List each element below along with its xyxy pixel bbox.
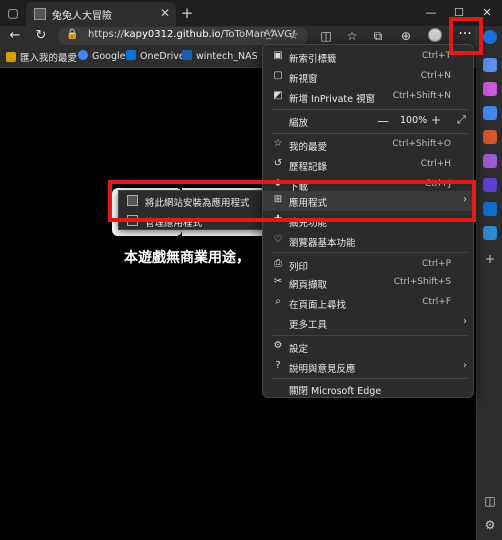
back-button[interactable]: ← [4,26,26,46]
sidebar-layout-icon[interactable]: ◫ [482,494,498,508]
menu-divider [271,252,467,253]
favorite-item[interactable]: 匯入我的最愛 [6,50,77,64]
favorites-icon: ☆ [273,138,283,149]
menu-find-on-page[interactable]: ⌕ 在頁面上尋找 Ctrl+F [263,293,475,313]
menu-settings[interactable]: ⚙ 設定 [263,337,475,357]
tab-actions-icon[interactable]: ▢ [4,4,22,22]
folder-icon [6,52,16,62]
menu-browser-essentials[interactable]: ♡ 瀏覽器基本功能 [263,231,475,251]
copilot-icon[interactable] [483,30,497,44]
new-tab-icon: ▣ [273,50,283,61]
menu-favorites[interactable]: ☆ 我的最愛 Ctrl+Shift+O [263,135,475,155]
heart-icon: ♡ [273,234,283,245]
address-bar[interactable]: 🔒 https://kapy0312.github.io/ToToMan_AVG… [58,27,308,45]
fullscreen-icon[interactable]: ⤢ [457,113,466,127]
menu-more-tools[interactable]: 更多工具 › [263,313,475,333]
add-favorite-icon[interactable]: ☆ [288,28,299,42]
edge-sidebar: + ◫ ⚙ [476,26,502,540]
gear-icon: ⚙ [273,340,283,351]
favorite-item[interactable]: wintech_NAS [182,50,258,62]
menu-divider [271,109,467,110]
history-icon: ↺ [273,158,283,169]
inprivate-icon: ◩ [273,90,283,101]
tab-title: 兔兔人大冒險 [52,11,112,22]
refresh-button[interactable]: ↻ [30,26,52,46]
read-aloud-icon[interactable]: Aᴬ [264,29,274,39]
menu-help-feedback[interactable]: ? 說明與意見反應 › [263,357,475,377]
designer-icon[interactable] [483,226,497,240]
extensions-icon[interactable]: ⊕ [396,26,416,46]
menu-divider [271,335,467,336]
menu-print[interactable]: ⎙ 列印 Ctrl+P [263,255,475,275]
highlight-more-button [449,17,483,55]
games-icon[interactable] [483,130,497,144]
menu-new-inprivate[interactable]: ◩ 新增 InPrivate 視窗 Ctrl+Shift+N [263,87,475,107]
menu-close-edge[interactable]: 關閉 Microsoft Edge [263,379,475,399]
sidebar-settings-icon[interactable]: ⚙ [482,518,498,532]
tools-icon[interactable] [483,106,497,120]
cloud-icon [126,50,136,60]
shopping-icon[interactable] [483,82,497,96]
title-bar: ▢ 兔兔人大冒險 ✕ + — ☐ ✕ [0,0,502,26]
highlight-apps-row [108,180,476,222]
zoom-in-button[interactable]: + [431,113,441,127]
tab-favicon-icon [34,8,46,20]
nas-icon [182,50,192,60]
google-icon [78,50,88,60]
outlook-icon[interactable] [483,202,497,216]
add-sidebar-app-icon[interactable]: + [482,252,498,266]
address-bar-row: ← ↻ 🔒 https://kapy0312.github.io/ToToMan… [0,26,502,46]
tab-active[interactable]: 兔兔人大冒險 ✕ [26,2,176,26]
split-screen-icon[interactable]: ◫ [316,26,336,46]
new-tab-button[interactable]: + [178,4,196,22]
new-window-icon: ▢ [273,70,283,81]
print-icon: ⎙ [274,258,282,269]
game-disclaimer: 本遊戲無商業用途， [124,250,250,266]
find-icon: ⌕ [275,296,281,307]
minimize-button[interactable]: — [418,3,444,23]
lock-icon[interactable]: 🔒 [66,29,78,40]
profile-avatar[interactable] [428,28,442,42]
menu-web-capture[interactable]: ✂ 網頁擷取 Ctrl+Shift+S [263,273,475,293]
menu-history[interactable]: ↺ 歷程記錄 Ctrl+H [263,155,475,175]
tab-close-icon[interactable]: ✕ [160,6,170,20]
search-icon[interactable] [483,58,497,72]
help-icon: ? [275,360,281,371]
zoom-out-button[interactable]: — [377,114,389,128]
chevron-right-icon: › [463,316,467,327]
favorites-icon[interactable]: ☆ [342,26,362,46]
capture-icon: ✂ [273,276,283,287]
zoom-level: 100% [400,115,428,126]
chevron-right-icon: › [463,360,467,371]
drop-icon[interactable] [483,178,497,192]
favorite-item[interactable]: OneDrive [126,50,185,62]
favorite-item[interactable]: Google [78,50,126,62]
menu-divider [271,133,467,134]
menu-new-tab[interactable]: ▣ 新索引標籤 Ctrl+T [263,47,475,67]
menu-new-window[interactable]: ▢ 新視窗 Ctrl+N [263,67,475,87]
microsoft365-icon[interactable] [483,154,497,168]
collections-icon[interactable]: ⧉ [368,26,388,46]
menu-zoom: 縮放 — 100% + ⤢ [289,113,466,129]
